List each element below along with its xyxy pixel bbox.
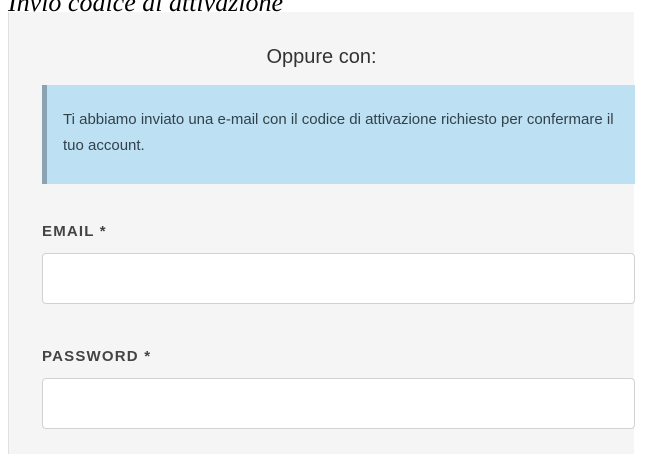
panel-title: Oppure con:	[266, 46, 377, 68]
email-label: EMAIL *	[42, 223, 107, 240]
alert-message: Ti abbiamo inviato una e-mail con il cod…	[63, 111, 614, 154]
email-input[interactable]	[42, 253, 635, 304]
activation-info-alert: Ti abbiamo inviato una e-mail con il cod…	[42, 85, 635, 184]
password-label: PASSWORD *	[42, 348, 152, 365]
password-input[interactable]	[42, 378, 635, 429]
login-panel: Oppure con: Ti abbiamo inviato una e-mai…	[8, 12, 635, 454]
